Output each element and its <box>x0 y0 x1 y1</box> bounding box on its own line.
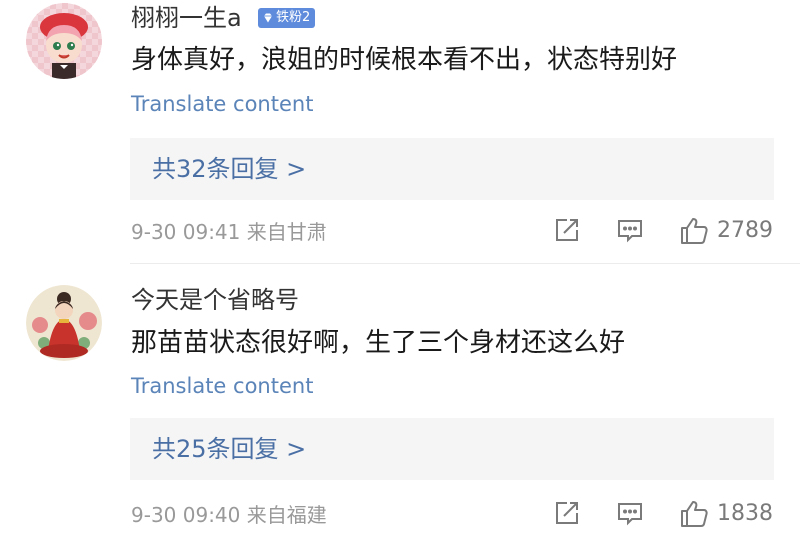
avatar[interactable] <box>26 285 102 361</box>
like-count: 2789 <box>717 218 773 243</box>
like-button[interactable]: 1838 <box>679 499 773 529</box>
divider <box>130 263 800 264</box>
like-button[interactable]: 2789 <box>679 216 773 246</box>
comment-icon <box>618 220 642 243</box>
username[interactable]: 栩栩一生a <box>131 3 242 33</box>
thumbs-up-icon <box>681 218 708 244</box>
username[interactable]: 今天是个省略号 <box>131 285 299 315</box>
fan-badge[interactable]: 铁粉2 <box>258 8 316 28</box>
view-replies-button[interactable]: 共25条回复 > <box>130 418 774 480</box>
share-button[interactable] <box>553 499 581 527</box>
comment-item: 栩栩一生a 铁粉2 身体真好，浪姐的时候根本看不出，状态特别好 Translat… <box>0 0 800 265</box>
translate-link[interactable]: Translate content <box>131 90 313 118</box>
comment-text: 那苗苗状态很好啊，生了三个身材还这么好 <box>131 328 626 358</box>
timestamp: 9-30 09:40 <box>131 503 241 527</box>
comment-item: 今天是个省略号 那苗苗状态很好啊，生了三个身材还这么好 Translate co… <box>0 265 800 553</box>
comment-text: 身体真好，浪姐的时候根本看不出，状态特别好 <box>131 45 678 75</box>
view-replies-button[interactable]: 共32条回复 > <box>130 138 774 200</box>
location: 来自甘肃 <box>246 220 327 244</box>
comment-meta: 9-30 09:41 来自甘肃 <box>131 218 327 246</box>
translate-link[interactable]: Translate content <box>131 372 313 400</box>
share-icon <box>556 502 578 524</box>
share-button[interactable] <box>553 216 581 244</box>
location: 来自福建 <box>246 503 327 527</box>
thumbs-up-icon <box>681 501 708 527</box>
diamond-icon <box>264 13 272 23</box>
share-icon <box>556 219 578 241</box>
comment-button[interactable] <box>616 216 644 244</box>
avatar[interactable] <box>26 3 102 79</box>
like-count: 1838 <box>717 501 773 526</box>
timestamp: 9-30 09:41 <box>131 220 241 244</box>
comment-icon <box>618 503 642 526</box>
comment-meta: 9-30 09:40 来自福建 <box>131 501 327 529</box>
badge-label: 铁粉2 <box>276 10 311 25</box>
comment-button[interactable] <box>616 499 644 527</box>
